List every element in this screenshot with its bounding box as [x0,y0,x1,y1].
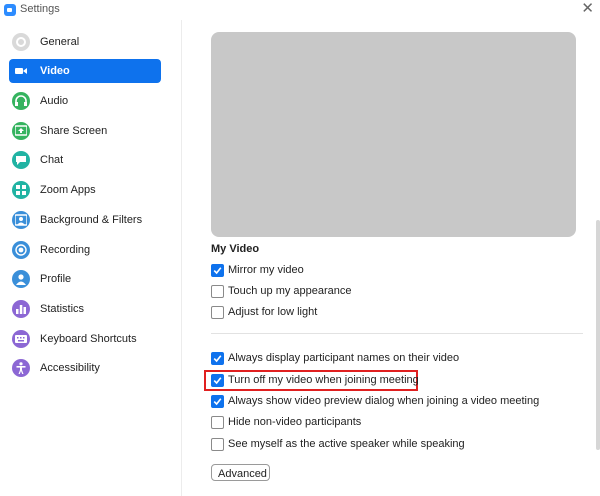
background-filters-icon [12,211,30,229]
checkbox[interactable] [211,438,224,451]
statistics-icon [12,300,30,318]
sidebar-item-label: Audio [40,95,69,107]
share-screen-icon [12,122,30,140]
sidebar-item-label: Keyboard Shortcuts [40,333,137,345]
checkbox[interactable] [211,395,224,408]
option-label: Always display participant names on thei… [228,352,460,364]
profile-icon [12,270,30,288]
headphones-icon [12,92,30,110]
sidebar-item-zoom-apps[interactable]: Zoom Apps [9,178,161,202]
close-icon[interactable]: ✕ [581,0,594,18]
chat-bubble-icon [12,151,30,169]
sidebar-item-audio[interactable]: Audio [9,89,161,113]
sidebar-item-label: Recording [40,244,91,256]
sidebar-item-accessibility[interactable]: Accessibility [9,356,161,380]
sidebar-item-label: Statistics [40,303,85,315]
checkbox[interactable] [211,264,224,277]
checkbox[interactable] [211,416,224,429]
option-label: Mirror my video [228,264,304,276]
sidebar-item-share-screen[interactable]: Share Screen [9,119,161,143]
checkbox[interactable] [211,306,224,319]
sidebar-item-recording[interactable]: Recording [9,238,161,262]
section-title: My Video [211,243,260,255]
option-label: Turn off my video when joining meeting [228,374,419,386]
accessibility-icon [12,359,30,377]
sidebar-item-label: Zoom Apps [40,184,96,196]
option-label: Hide non-video participants [228,416,362,428]
zoom-apps-icon [12,181,30,199]
window-title: Settings [20,3,60,15]
scrollbar[interactable] [596,220,600,450]
option-label: Adjust for low light [228,306,318,318]
recording-icon [12,241,30,259]
video-camera-icon [12,62,30,80]
video-settings-panel: My Video Mirror my video Touch up my app… [182,20,600,496]
video-preview [211,32,576,237]
sidebar-item-statistics[interactable]: Statistics [9,297,161,321]
option-label: See myself as the active speaker while s… [228,438,465,450]
sidebar-item-general[interactable]: General [9,30,161,54]
option-label: Touch up my appearance [228,285,352,297]
sidebar-item-label: Background & Filters [40,214,143,226]
gear-icon [12,33,30,51]
sidebar-item-background-filters[interactable]: Background & Filters [9,208,161,232]
sidebar-item-label: Share Screen [40,125,108,137]
sidebar-item-video[interactable]: Video [9,59,161,83]
sidebar-item-label: General [40,36,80,48]
sidebar-item-label: Profile [40,273,72,285]
checkbox[interactable] [211,374,224,387]
sidebar: General Video Audio Share Screen Chat Zo… [0,20,182,496]
sidebar-item-label: Video [40,65,70,77]
sidebar-item-label: Chat [40,154,64,166]
checkbox[interactable] [211,352,224,365]
sidebar-item-keyboard-shortcuts[interactable]: Keyboard Shortcuts [9,327,161,351]
sidebar-item-label: Accessibility [40,362,100,374]
keyboard-icon [12,330,30,348]
sidebar-item-chat[interactable]: Chat [9,148,161,172]
sidebar-item-profile[interactable]: Profile [9,267,161,291]
zoom-app-icon [4,4,16,16]
title-bar: Settings ✕ [0,0,600,20]
advanced-button[interactable]: Advanced [211,464,270,481]
divider [211,333,583,334]
checkbox[interactable] [211,285,224,298]
option-label: Always show video preview dialog when jo… [228,395,540,407]
